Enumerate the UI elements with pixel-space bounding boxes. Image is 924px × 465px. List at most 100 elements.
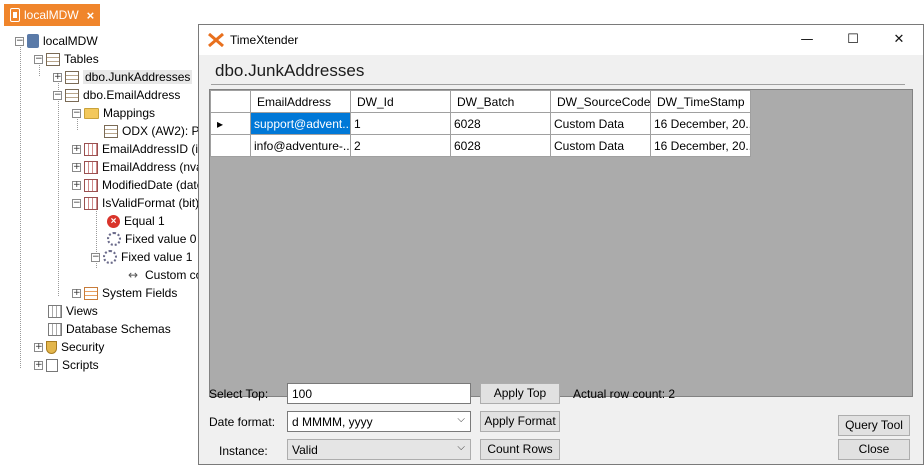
table-cell[interactable]: 6028 [450,134,551,157]
title-bar[interactable]: TimeXtender — ☐ ✕ [199,25,923,55]
bidirectional-arrow-icon: ↔ [127,268,139,282]
data-grid[interactable]: EmailAddress DW_Id DW_Batch DW_SourceCod… [209,89,913,397]
schemas-icon [48,322,62,336]
query-tool-button[interactable]: Query Tool [838,415,910,436]
field-icon [84,160,98,174]
field-icon [84,142,98,156]
close-icon[interactable]: × [87,8,95,23]
timextender-logo-icon [208,33,224,47]
tree-node-fixed0[interactable]: Fixed value 0 [107,230,196,248]
tree-node-label: Custom cor [145,268,200,282]
tree-node-field-isvalid[interactable]: − IsValidFormat (bit) [72,194,199,212]
tree-node-field-email[interactable]: + EmailAddress (nvar [72,158,200,176]
views-icon [48,304,62,318]
table-cell[interactable]: 2 [350,134,451,157]
tree-node-label: localMDW [43,34,98,48]
document-tab[interactable]: localMDW × [4,4,100,26]
select-top-input[interactable]: 100 [287,383,471,404]
tree-node-odx[interactable]: ODX (AW2): Pe [104,122,200,140]
gear-icon [107,232,121,246]
apply-format-button[interactable]: Apply Format [480,411,560,432]
tree-node-tables[interactable]: − Tables [34,50,99,68]
close-window-button[interactable]: ✕ [876,25,922,55]
tree-node-label: System Fields [102,286,178,300]
expand-icon[interactable]: + [72,288,81,298]
table-row[interactable]: info@adventure-... 2 6028 Custom Data 16… [210,134,751,157]
tree-node-views[interactable]: Views [48,302,98,320]
tree-node-mappings[interactable]: − Mappings [72,104,155,122]
table-cell[interactable]: 16 December, 20... [650,134,751,157]
collapse-icon[interactable]: − [72,198,81,208]
tree-node-field-id[interactable]: + EmailAddressID (int [72,140,200,158]
table-cell[interactable]: info@adventure-... [250,134,351,157]
tree-node-label: Database Schemas [66,322,171,336]
date-format-value: d MMMM, yyyy [292,415,373,429]
tree-node-junk-addresses[interactable]: + dbo.JunkAddresses [53,68,193,86]
system-fields-icon [84,286,98,300]
expand-icon[interactable]: + [34,342,43,352]
tree-node-label: dbo.EmailAddress [83,88,181,102]
tree-node-schemas[interactable]: Database Schemas [48,320,171,338]
database-icon [10,8,20,22]
chevron-down-icon[interactable]: ⌵ [457,414,465,425]
collapse-icon[interactable]: − [72,108,81,118]
dialog-title: TimeXtender [230,33,299,47]
collapse-icon[interactable]: − [91,252,100,262]
expand-icon[interactable]: + [34,360,43,370]
project-tree: − localMDW − Tables + dbo.JunkAddresses … [0,30,200,465]
table-cell[interactable]: support@advent... [250,112,351,135]
instance-combo[interactable]: Valid ⌵ [287,439,471,460]
tree-node-system-fields[interactable]: + System Fields [72,284,177,302]
current-row-marker-icon[interactable]: ▸ [210,112,251,135]
column-header[interactable]: DW_SourceCode [550,90,651,113]
tree-node-label: Equal 1 [124,214,165,228]
chevron-down-icon[interactable]: ⌵ [457,442,465,453]
tree-node-label: Views [66,304,98,318]
tree-node-field-modified[interactable]: + ModifiedDate (datet [72,176,200,194]
column-header[interactable]: EmailAddress [250,90,351,113]
expand-icon[interactable]: + [72,144,81,154]
error-icon: × [107,214,120,228]
row-header[interactable] [210,134,251,157]
script-icon [46,358,58,372]
instance-value: Valid [292,443,318,457]
document-tab-label: localMDW [24,8,79,22]
tree-node-scripts[interactable]: + Scripts [34,356,99,374]
tree-node-label: Mappings [103,106,156,120]
tree-node-label: Fixed value 1 [121,250,193,264]
table-icon [65,88,79,102]
maximize-button[interactable]: ☐ [830,25,876,55]
tree-node-root[interactable]: − localMDW [15,32,98,50]
apply-top-button[interactable]: Apply Top [480,383,560,404]
table-cell[interactable]: 6028 [450,112,551,135]
close-button[interactable]: Close [838,439,910,460]
expand-icon[interactable]: + [72,180,81,190]
tree-node-label: Tables [64,52,99,66]
collapse-icon[interactable]: − [15,36,24,46]
table-cell[interactable]: Custom Data [550,134,651,157]
tree-node-label: ODX (AW2): Pe [122,124,200,138]
column-header[interactable]: DW_Id [350,90,451,113]
folder-icon [84,107,99,119]
database-icon [27,34,39,48]
header-row: EmailAddress DW_Id DW_Batch DW_SourceCod… [210,90,751,113]
minimize-button[interactable]: — [784,25,830,55]
collapse-icon[interactable]: − [53,90,62,100]
date-format-combo[interactable]: d MMMM, yyyy ⌵ [287,411,471,432]
tree-node-email-address[interactable]: − dbo.EmailAddress [53,86,180,104]
tree-node-security[interactable]: + Security [34,338,104,356]
tree-node-custom[interactable]: ↔ Custom cor [125,266,200,284]
table-row[interactable]: ▸ support@advent... 1 6028 Custom Data 1… [210,112,751,135]
count-rows-button[interactable]: Count Rows [480,439,560,460]
column-header[interactable]: DW_TimeStamp [650,90,751,113]
expand-icon[interactable]: + [53,72,62,82]
tree-node-fixed1[interactable]: − Fixed value 1 [91,248,192,266]
table-cell[interactable]: Custom Data [550,112,651,135]
tree-node-equal[interactable]: × Equal 1 [107,212,165,230]
column-header[interactable]: DW_Batch [450,90,551,113]
table-cell[interactable]: 16 December, 20... [650,112,751,135]
expand-icon[interactable]: + [72,162,81,172]
select-top-label: Select Top: [209,387,269,401]
collapse-icon[interactable]: − [34,54,43,64]
table-cell[interactable]: 1 [350,112,451,135]
